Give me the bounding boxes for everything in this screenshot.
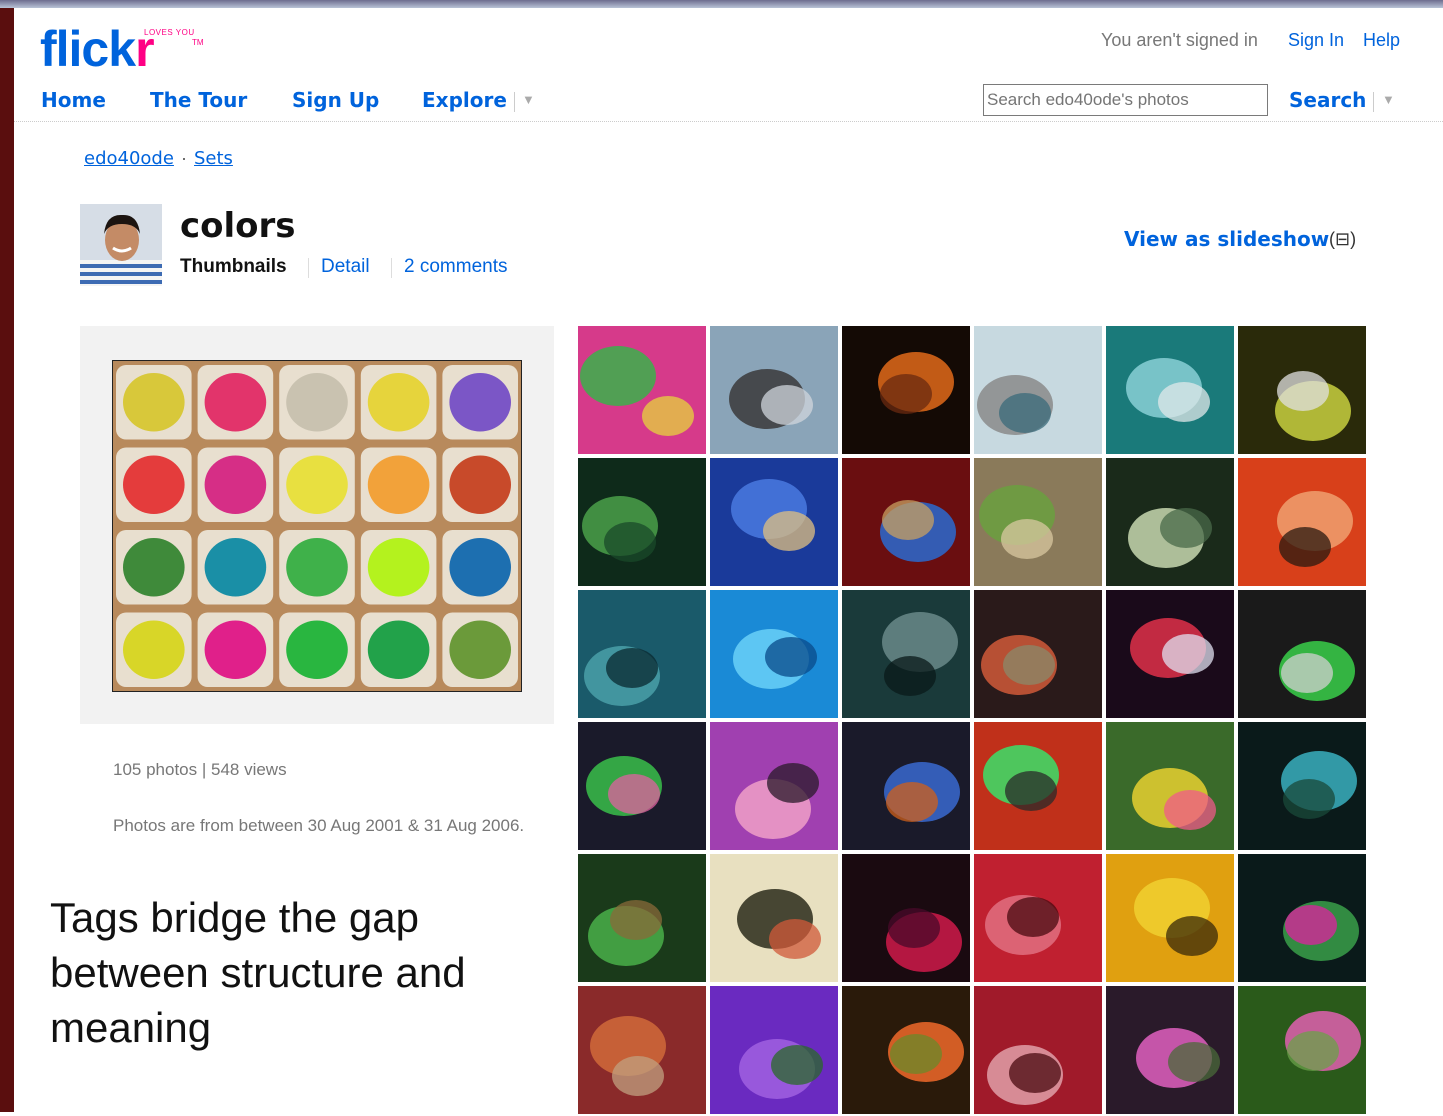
thumbnail-flower-macro[interactable]: [1238, 326, 1366, 454]
breadcrumb-user[interactable]: edo40ode: [84, 148, 174, 169]
thumbnail-spice-market[interactable]: [578, 326, 706, 454]
tab-comments[interactable]: 2 comments: [404, 256, 507, 278]
explore-separator: [514, 92, 515, 112]
thumbnail-skateboard-toy[interactable]: [974, 722, 1102, 850]
window-frame-top: [0, 0, 1443, 8]
thumbnail-alien-toy[interactable]: [578, 722, 706, 850]
nav-the-tour[interactable]: The Tour: [150, 88, 247, 112]
help-link[interactable]: Help: [1363, 30, 1400, 51]
thumbnail-bonfire-night[interactable]: [842, 326, 970, 454]
thumbnail-green-window[interactable]: [578, 854, 706, 982]
thumbnail-red-building[interactable]: [1238, 458, 1366, 586]
thumbnail-glass-sunset[interactable]: [974, 590, 1102, 718]
breadcrumb-sets[interactable]: Sets: [194, 148, 233, 169]
thumbnail-grid: [578, 326, 1368, 1116]
search-input[interactable]: [983, 84, 1268, 116]
thumbnail-grasshopper[interactable]: [974, 458, 1102, 586]
nav-home[interactable]: Home: [41, 88, 106, 112]
logo-tagline: LOVES YOU: [144, 28, 195, 37]
thumbnail-purple-flowers[interactable]: [710, 986, 838, 1114]
thumbnail-fish-toys[interactable]: [1106, 722, 1234, 850]
thumbnail-daisies[interactable]: [1238, 986, 1366, 1114]
thumbnail-airport-jetbridge[interactable]: [974, 326, 1102, 454]
flickr-page: flickr LOVES YOU TM You aren't signed in…: [14, 8, 1443, 1114]
thumbnail-scaffolding[interactable]: [1238, 854, 1366, 982]
thumbnail-green-hose[interactable]: [578, 458, 706, 586]
slide-caption: Tags bridge the gap between structure an…: [50, 894, 466, 1051]
thumbnail-mixing-desk[interactable]: [1238, 722, 1366, 850]
thumbnail-street-cables[interactable]: [710, 326, 838, 454]
search-separator: [1373, 92, 1374, 112]
sign-in-link[interactable]: Sign In: [1288, 30, 1344, 51]
flickr-logo[interactable]: flickr: [40, 21, 155, 77]
thumbnail-robot-toy[interactable]: [1238, 590, 1366, 718]
thumbnail-neon-lights[interactable]: [1106, 590, 1234, 718]
thumbnail-leaf-macro[interactable]: [1106, 458, 1234, 586]
logo-text: flick: [40, 21, 136, 77]
logo-trademark: TM: [192, 38, 204, 47]
thumbnail-pink-panther-toy[interactable]: [710, 722, 838, 850]
nav-explore[interactable]: Explore: [422, 88, 507, 112]
thumbnail-pool-toy[interactable]: [710, 458, 838, 586]
nav-sign-up[interactable]: Sign Up: [292, 88, 379, 112]
thumbnail-keyboard[interactable]: [842, 590, 970, 718]
set-title: colors: [180, 206, 296, 246]
thumbnail-autumn-leaves[interactable]: [578, 986, 706, 1114]
search-button[interactable]: Search: [1289, 88, 1366, 112]
tab-detail[interactable]: Detail: [321, 256, 370, 278]
tab-separator: [391, 258, 392, 278]
signed-out-status: You aren't signed in: [1101, 30, 1258, 50]
explore-chevron-down-icon[interactable]: ▼: [522, 92, 535, 107]
thumbnail-orange-flowers[interactable]: [842, 986, 970, 1114]
header-divider: [14, 121, 1443, 122]
thumbnail-jetski-sea[interactable]: [1106, 326, 1234, 454]
thumbnail-red-crystal[interactable]: [974, 986, 1102, 1114]
primary-photo[interactable]: [112, 360, 522, 692]
thumbnail-agave[interactable]: [578, 590, 706, 718]
thumbnail-paint-brush[interactable]: [842, 458, 970, 586]
tab-thumbnails[interactable]: Thumbnails: [180, 256, 287, 278]
slideshow-icon[interactable]: (⊟): [1329, 229, 1356, 250]
breadcrumb-separator: ·: [181, 148, 187, 168]
thumbnail-red-glass[interactable]: [974, 854, 1102, 982]
thumbnail-pink-flower[interactable]: [1106, 986, 1234, 1114]
search-chevron-down-icon[interactable]: ▼: [1382, 92, 1395, 107]
thumbnail-blue-robot-toy[interactable]: [842, 722, 970, 850]
tab-separator: [308, 258, 309, 278]
thumbnail-yellow-lilies[interactable]: [1106, 854, 1234, 982]
set-stats: 105 photos | 548 views: [113, 760, 287, 779]
window-frame-left: [0, 0, 14, 1112]
thumbnail-red-blur[interactable]: [842, 854, 970, 982]
thumbnail-blue-tubes[interactable]: [710, 590, 838, 718]
avatar[interactable]: [80, 204, 162, 286]
set-date-range: Photos are from between 30 Aug 2001 & 31…: [113, 816, 525, 835]
thumbnail-butterfly[interactable]: [710, 854, 838, 982]
view-slideshow-link[interactable]: View as slideshow: [1124, 227, 1329, 251]
